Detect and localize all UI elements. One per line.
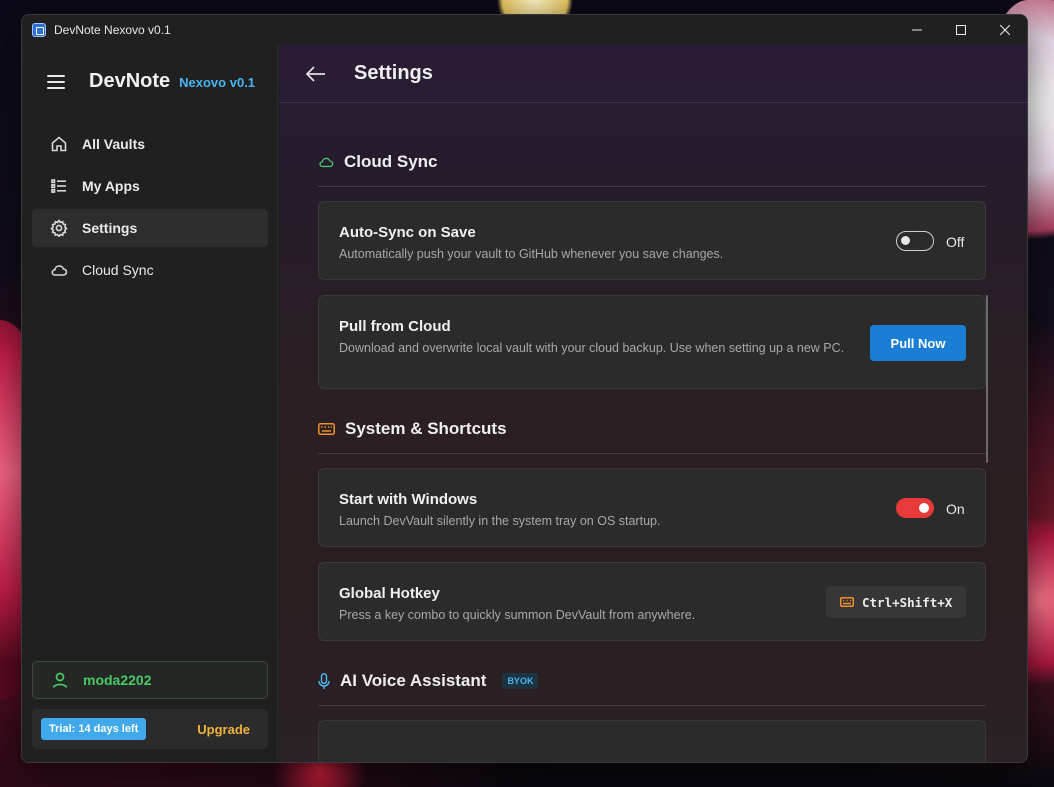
gear-icon [50,219,68,237]
setting-description: Download and overwrite local vault with … [339,341,845,355]
setting-title: Pull from Cloud [339,318,451,335]
cloud-icon [319,157,334,168]
sidebar-item-all-vaults[interactable]: All Vaults [32,125,268,163]
sidebar-header: DevNote Nexovo v0.1 [47,70,255,93]
hotkey-value: Ctrl+Shift+X [862,594,953,610]
section-system-shortcuts: System & Shortcuts [318,419,507,439]
settings-panel: Settings Cloud Sync Auto-Sync on Save Au… [279,45,1027,762]
page-title: Settings [354,62,433,84]
setting-card-partial [318,720,986,762]
sidebar-item-label: Settings [82,220,138,236]
window-title: DevNote Nexovo v0.1 [54,23,171,37]
brand-name: DevNote [89,70,171,92]
byok-badge: BYOK [502,673,539,689]
hamburger-menu-icon[interactable] [47,74,65,89]
sidebar-item-label: Cloud Sync [82,262,154,278]
setting-card-pull-from-cloud: Pull from Cloud Download and overwrite l… [318,295,986,389]
username: moda2202 [83,672,152,688]
section-divider [318,705,986,706]
sidebar-item-label: All Vaults [82,136,146,152]
microphone-icon [318,672,330,689]
setting-title: Global Hotkey [339,585,440,602]
section-divider [318,453,986,454]
maximize-button[interactable] [939,15,983,45]
maximize-icon [956,25,966,35]
start-with-windows-toggle[interactable] [896,498,934,518]
auto-sync-toggle[interactable] [896,231,934,251]
section-ai-voice-assistant: AI Voice Assistant BYOK [318,671,539,691]
list-icon [50,177,68,195]
sidebar-item-settings[interactable]: Settings [32,209,268,247]
sidebar: DevNote Nexovo v0.1 All Vaults My Apps S… [22,45,278,762]
setting-title: Auto-Sync on Save [339,224,476,241]
setting-card-start-with-windows: Start with Windows Launch DevVault silen… [318,468,986,547]
toggle-state-label: Off [946,234,965,250]
version-label: Nexovo v0.1 [179,75,256,90]
title-bar: DevNote Nexovo v0.1 [22,15,1027,45]
hotkey-input[interactable]: Ctrl+Shift+X [826,586,966,618]
user-profile[interactable]: moda2202 [32,661,268,699]
sidebar-item-label: My Apps [82,178,140,194]
section-cloud-sync: Cloud Sync [318,152,438,172]
home-icon [50,135,68,153]
cloud-icon [50,261,68,279]
main-header: Settings [279,45,1027,103]
back-button[interactable] [304,62,328,86]
sidebar-item-my-apps[interactable]: My Apps [32,167,268,205]
scrollbar[interactable] [986,295,988,463]
section-title: AI Voice Assistant [340,671,487,690]
setting-description: Automatically push your vault to GitHub … [339,247,724,261]
section-title: Cloud Sync [344,152,438,171]
sidebar-nav: All Vaults My Apps Settings Cloud Sync [32,125,268,293]
keyboard-icon [840,597,854,607]
keyboard-icon [318,423,335,435]
minimize-icon [912,29,922,31]
close-icon [1000,25,1010,35]
upgrade-link[interactable]: Upgrade [197,722,250,737]
minimize-button[interactable] [895,15,939,45]
setting-description: Press a key combo to quickly summon DevV… [339,608,696,622]
toggle-state-label: On [946,501,965,517]
setting-card-auto-sync: Auto-Sync on Save Automatically push you… [318,201,986,280]
close-button[interactable] [983,15,1027,45]
setting-title: Start with Windows [339,491,478,508]
section-divider [318,186,986,187]
section-title: System & Shortcuts [345,419,507,438]
setting-card-global-hotkey: Global Hotkey Press a key combo to quick… [318,562,986,641]
sidebar-item-cloud-sync[interactable]: Cloud Sync [32,251,268,289]
user-icon [52,672,68,688]
trial-badge: Trial: 14 days left [41,718,147,740]
arrow-left-icon [306,65,325,82]
pull-now-button[interactable]: Pull Now [870,325,966,361]
setting-description: Launch DevVault silently in the system t… [339,514,661,528]
app-logo-icon [32,23,46,37]
app-window: DevNote Nexovo v0.1 DevNote Nexovo v0.1 [21,14,1028,763]
trial-banner: Trial: 14 days left Upgrade [32,709,268,749]
